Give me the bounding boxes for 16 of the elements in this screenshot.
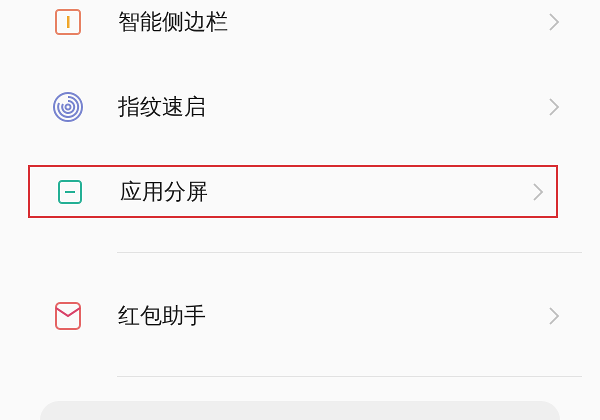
highlighted-settings-row[interactable]: 应用分屏	[28, 165, 558, 218]
row-label: 智能侧边栏	[118, 8, 229, 36]
settings-row[interactable]: 指纹速启	[0, 64, 600, 149]
settings-row[interactable]: 红包助手	[0, 273, 600, 358]
sidebar-icon	[54, 8, 82, 36]
fingerprint-icon	[52, 90, 84, 122]
settings-row[interactable]: 智能侧边栏	[0, 0, 600, 64]
chevron-right-icon	[548, 12, 560, 32]
envelope-icon	[54, 300, 82, 330]
split-screen-icon	[57, 178, 83, 204]
chevron-right-icon	[548, 96, 560, 116]
chevron-right-icon	[548, 306, 560, 326]
row-label: 指纹速启	[118, 94, 207, 122]
row-label: 应用分屏	[120, 178, 209, 206]
chevron-right-icon	[532, 182, 544, 202]
row-label: 红包助手	[118, 302, 207, 330]
